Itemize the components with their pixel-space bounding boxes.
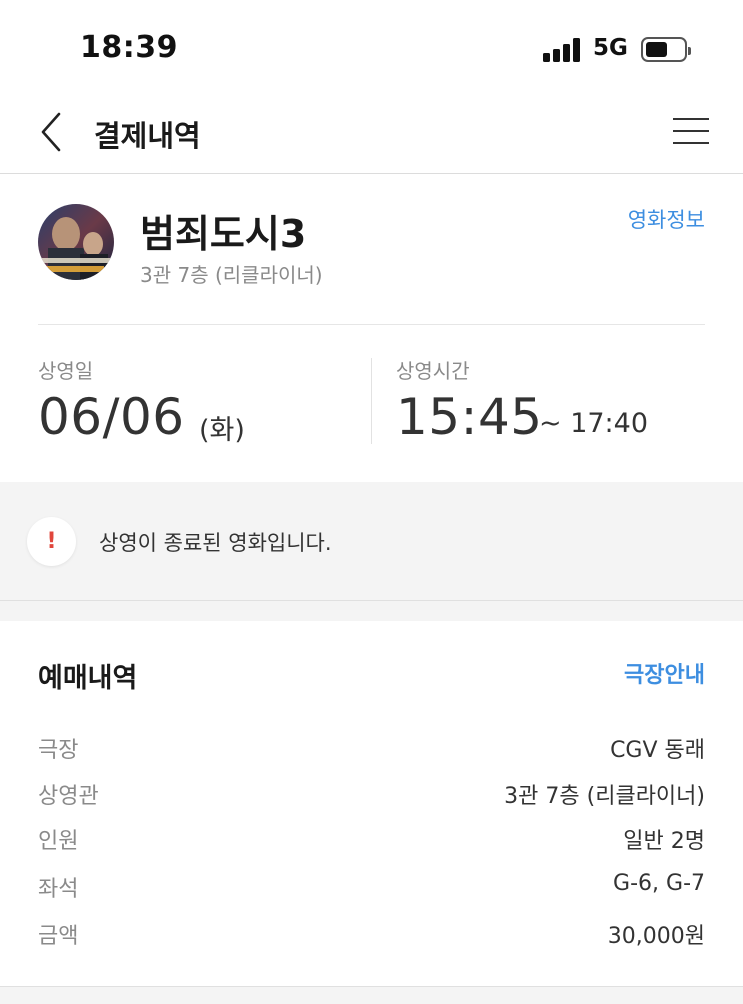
detail-label: 인원 <box>38 829 79 854</box>
divider <box>38 324 705 325</box>
screening-start-time: 15:45 <box>396 388 543 446</box>
section-gap <box>0 601 743 621</box>
notice-banner: ! 상영이 종료된 영화입니다. <box>0 482 743 601</box>
vertical-divider <box>371 358 372 444</box>
detail-row-price: 금액 30,000원 <box>38 918 705 954</box>
signal-icon <box>543 37 581 62</box>
booking-section-title: 예매내역 <box>38 663 138 694</box>
menu-icon[interactable] <box>673 116 709 146</box>
nav-bar: 결제내역 <box>0 96 743 174</box>
movie-poster-thumbnail <box>38 204 114 280</box>
detail-label: 극장 <box>38 738 79 763</box>
detail-row-seats: 좌석 G-6, G-7 <box>38 871 705 907</box>
detail-value: 30,000원 <box>607 924 705 949</box>
detail-label: 상영관 <box>38 784 99 809</box>
theater-info-link[interactable]: 극장안내 <box>624 657 705 689</box>
screening-time-label: 상영시간 <box>396 359 470 383</box>
detail-row-theater: 극장 CGV 동래 <box>38 732 705 768</box>
detail-value: 일반 2명 <box>623 829 705 854</box>
page-title: 결제내역 <box>94 119 201 153</box>
screening-weekday: (화) <box>199 415 245 446</box>
movie-info-link[interactable]: 영화정보 <box>628 204 705 234</box>
movie-hall: 3관 7층 (리클라이너) <box>140 263 323 287</box>
detail-label: 금액 <box>38 924 79 949</box>
detail-row-hall: 상영관 3관 7층 (리클라이너) <box>38 778 705 814</box>
screening-date-label: 상영일 <box>38 359 94 383</box>
section-gap <box>0 986 743 1004</box>
status-time: 18:39 <box>80 30 178 65</box>
screening-end-time: ~ 17:40 <box>539 408 649 439</box>
back-arrow-icon[interactable] <box>36 110 66 154</box>
detail-value: CGV 동래 <box>610 738 705 763</box>
network-type: 5G <box>593 35 628 61</box>
detail-label: 좌석 <box>38 877 79 902</box>
detail-row-people: 인원 일반 2명 <box>38 823 705 859</box>
screening-date: 06/06 <box>38 388 185 446</box>
battery-icon <box>641 37 691 62</box>
detail-value: 3관 7층 (리클라이너) <box>504 784 705 809</box>
alert-icon: ! <box>27 517 76 566</box>
status-bar: 18:39 5G <box>0 0 743 96</box>
notice-text: 상영이 종료된 영화입니다. <box>99 531 332 555</box>
detail-value: G-6, G-7 <box>613 871 705 896</box>
movie-title: 범죄도시3 <box>140 212 307 256</box>
